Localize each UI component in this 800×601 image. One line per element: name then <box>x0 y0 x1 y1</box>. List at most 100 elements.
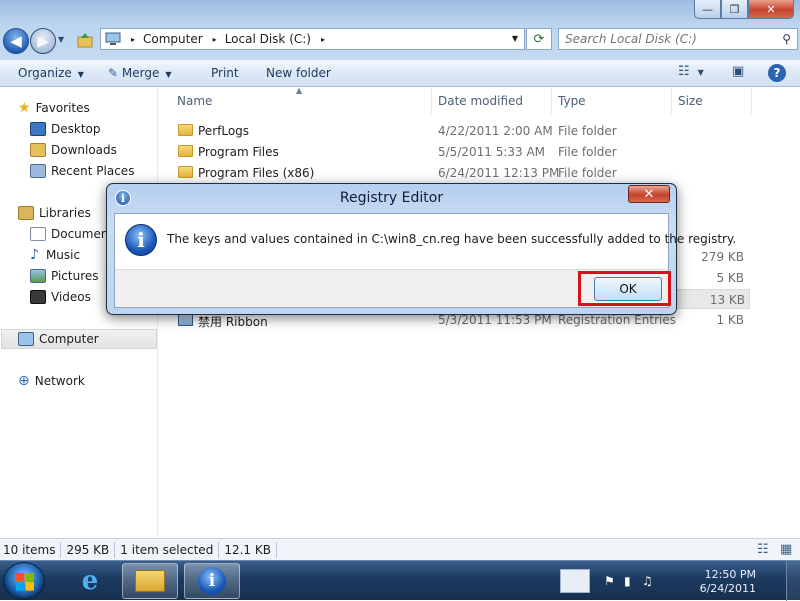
view-options-button[interactable]: ☷ ▼ <box>678 64 704 79</box>
nav-network[interactable]: ⊕ Network <box>18 371 85 391</box>
details-view-icon[interactable]: ☷ <box>757 542 769 557</box>
pen-input-icon[interactable] <box>560 569 590 593</box>
address-dropdown-icon[interactable]: ▼ <box>512 34 518 43</box>
column-header-name[interactable]: Name ▲ <box>160 86 432 114</box>
registry-editor-dialog: i Registry Editor ✕ i The keys and value… <box>106 183 736 315</box>
clock[interactable]: 12:50 PM 6/24/2011 <box>700 568 756 596</box>
taskbar-registry-editor[interactable]: i <box>184 563 240 599</box>
minimize-button[interactable]: — <box>694 0 721 19</box>
libraries-icon <box>18 206 34 220</box>
window-title-bar: — ❐ ✕ ◀ ▶ ▼ ▸ Computer ▸ Local Disk (C:)… <box>0 0 800 60</box>
file-type: File folder <box>558 166 617 180</box>
folder-icon <box>178 145 193 157</box>
up-folder-icon[interactable] <box>77 32 93 48</box>
breadcrumb-computer[interactable]: Computer <box>143 32 203 46</box>
address-bar[interactable]: ▸ Computer ▸ Local Disk (C:) ▸ ▼ <box>100 28 525 50</box>
print-button[interactable]: Print <box>211 66 239 80</box>
file-type: File folder <box>558 124 617 138</box>
organize-button[interactable]: Organize ▼ <box>18 66 84 80</box>
ok-button[interactable]: OK <box>594 277 662 301</box>
nav-documents[interactable]: Document <box>30 224 113 244</box>
start-button[interactable] <box>3 562 45 600</box>
action-center-flag-icon[interactable]: ⚑ <box>604 574 615 588</box>
folder-icon <box>178 124 193 136</box>
forward-button[interactable]: ▶ <box>30 28 56 54</box>
star-icon: ★ <box>18 100 31 116</box>
preview-pane-icon: ▣ <box>732 64 745 79</box>
file-row[interactable]: Program Files 5/5/2011 5:33 AM File fold… <box>170 142 750 162</box>
refresh-button[interactable]: ⟳ <box>526 28 552 50</box>
help-button[interactable]: ? <box>768 64 786 82</box>
clock-time: 12:50 PM <box>704 568 756 581</box>
dialog-message: The keys and values contained in C:\win8… <box>167 232 737 246</box>
maximize-button[interactable]: ❐ <box>721 0 748 19</box>
downloads-icon <box>30 143 46 157</box>
status-selected-size: 12.1 KB <box>224 542 271 557</box>
view-list-icon: ☷ <box>678 64 690 79</box>
folder-icon <box>178 166 193 178</box>
column-header-date[interactable]: Date modified <box>432 88 552 114</box>
file-row[interactable]: Program Files (x86) 6/24/2011 12:13 PM F… <box>170 163 750 183</box>
file-name: 禁用 Ribbon <box>198 315 268 329</box>
nav-pictures[interactable]: Pictures <box>30 266 99 286</box>
windows-logo-icon <box>16 573 34 591</box>
dialog-footer: OK <box>115 269 671 307</box>
nav-favorites[interactable]: ★ Favorites <box>18 98 90 118</box>
large-icons-view-icon[interactable]: ▦ <box>780 542 792 557</box>
breadcrumb-separator[interactable]: ▸ <box>213 35 217 44</box>
command-bar: Organize ▼ ✎ Merge ▼ Print New folder ☷ ▼ ▣… <box>0 60 800 87</box>
nav-computer[interactable]: Computer <box>1 329 157 349</box>
search-box[interactable]: ⚲ <box>558 28 798 50</box>
search-input[interactable] <box>565 32 765 46</box>
file-size: 13 KB <box>709 293 745 307</box>
window-controls: — ❐ ✕ <box>694 0 794 19</box>
nav-desktop[interactable]: Desktop <box>30 119 101 139</box>
search-icon[interactable]: ⚲ <box>782 32 791 46</box>
close-button[interactable]: ✕ <box>748 0 794 19</box>
file-type: File folder <box>558 145 617 159</box>
file-size: 1 KB <box>716 313 744 327</box>
dialog-close-button[interactable]: ✕ <box>628 185 670 203</box>
preview-pane-button[interactable]: ▣ <box>732 64 744 79</box>
file-name: PerfLogs <box>198 124 250 138</box>
computer-icon <box>18 332 34 346</box>
dialog-title: Registry Editor <box>339 190 444 206</box>
column-header-size[interactable]: Size <box>672 88 752 114</box>
folder-icon <box>135 570 165 592</box>
nav-music[interactable]: ♪ Music <box>30 245 80 265</box>
new-folder-button[interactable]: New folder <box>266 66 331 80</box>
volume-icon[interactable]: ♫ <box>642 574 653 588</box>
documents-icon <box>30 227 46 241</box>
file-date: 4/22/2011 2:00 AM <box>438 124 553 138</box>
merge-button[interactable]: ✎ Merge ▼ <box>108 66 172 80</box>
nav-libraries[interactable]: Libraries <box>18 203 91 223</box>
file-name: Program Files (x86) <box>198 166 315 180</box>
music-note-icon: ♪ <box>30 247 39 263</box>
breadcrumb-root-arrow[interactable]: ▸ <box>131 35 135 44</box>
file-name: Program Files <box>198 145 279 159</box>
taskbar: e i ⚑ ▮ ♫ 12:50 PM 6/24/2011 <box>0 560 800 601</box>
desktop-icon <box>30 122 46 136</box>
column-header-type[interactable]: Type <box>552 88 672 114</box>
nav-videos[interactable]: Videos <box>30 287 91 307</box>
system-tray: ⚑ ▮ ♫ 12:50 PM 6/24/2011 <box>560 561 800 601</box>
file-date: 5/5/2011 5:33 AM <box>438 145 546 159</box>
info-icon: i <box>198 567 226 595</box>
recent-pages-dropdown[interactable]: ▼ <box>58 35 64 44</box>
breadcrumb-separator[interactable]: ▸ <box>321 35 325 44</box>
clock-date: 6/24/2011 <box>699 582 756 595</box>
taskbar-internet-explorer[interactable]: e <box>62 563 118 599</box>
file-row[interactable]: PerfLogs 4/22/2011 2:00 AM File folder <box>170 121 750 141</box>
show-desktop-button[interactable] <box>786 561 800 601</box>
breadcrumb-local-disk[interactable]: Local Disk (C:) <box>225 32 311 46</box>
help-icon: ? <box>773 66 781 80</box>
nav-recent-places[interactable]: Recent Places <box>30 161 134 181</box>
recent-places-icon <box>30 164 46 178</box>
merge-icon: ✎ <box>108 66 119 80</box>
back-button[interactable]: ◀ <box>3 28 29 54</box>
network-tray-icon[interactable]: ▮ <box>624 574 631 588</box>
nav-downloads[interactable]: Downloads <box>30 140 117 160</box>
file-size: 5 KB <box>716 271 744 285</box>
status-total-size: 295 KB <box>66 542 110 557</box>
taskbar-windows-explorer[interactable] <box>122 563 178 599</box>
